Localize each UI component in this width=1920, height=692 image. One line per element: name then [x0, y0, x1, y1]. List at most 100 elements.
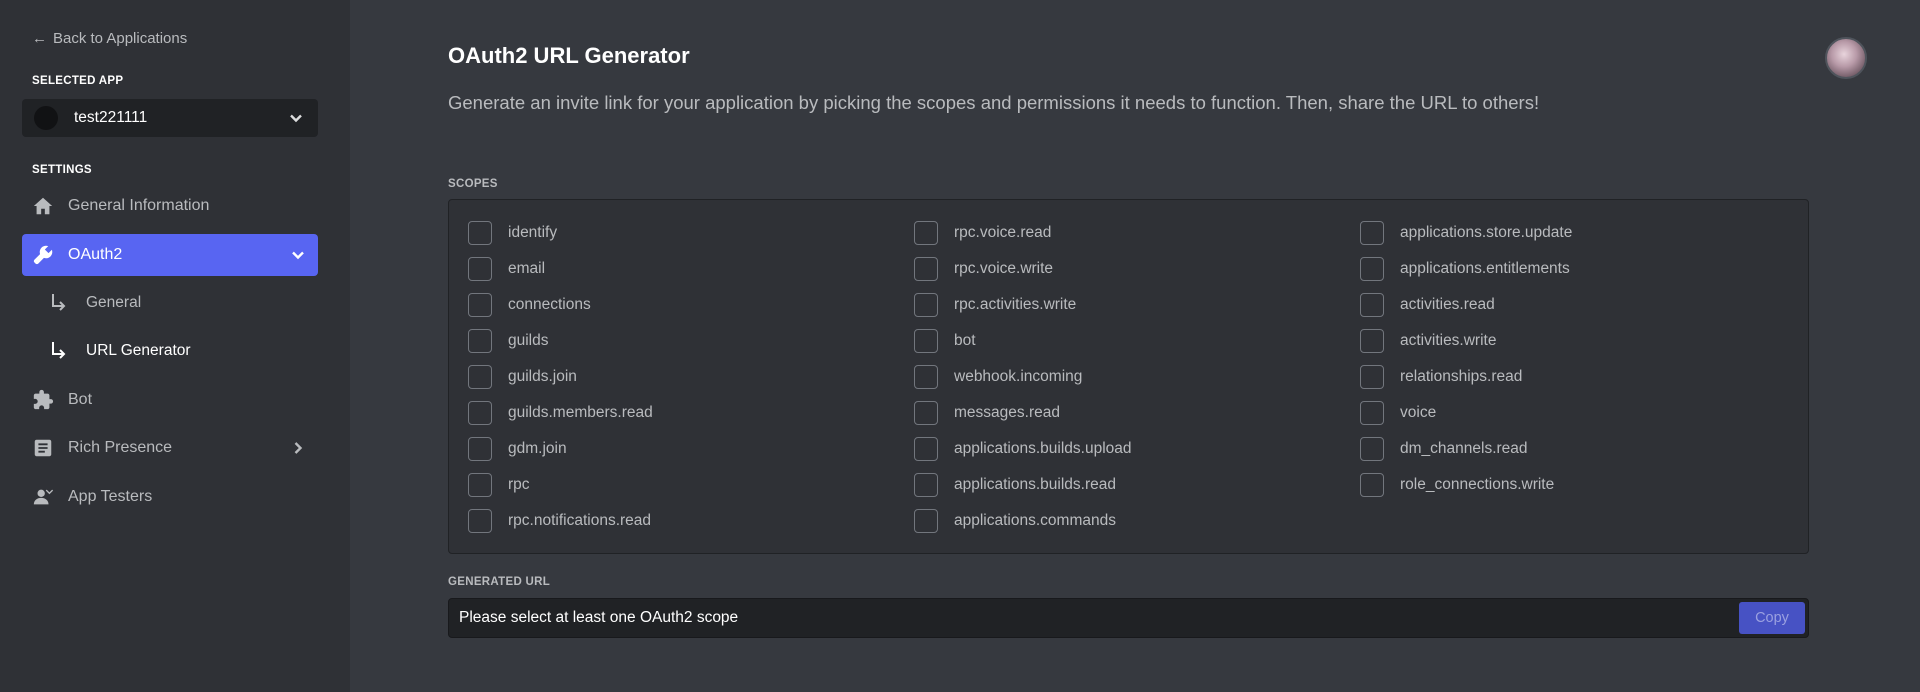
- scope-label: guilds: [508, 332, 549, 349]
- scope-checkbox-item[interactable]: role_connections.write: [1360, 473, 1554, 497]
- checkbox[interactable]: [468, 365, 492, 389]
- scopes-label: SCOPES: [448, 178, 498, 190]
- checkbox[interactable]: [468, 473, 492, 497]
- scope-label: gdm.join: [508, 440, 567, 457]
- page-description: Generate an invite link for your applica…: [448, 92, 1540, 113]
- sidebar-item-general-information[interactable]: General Information: [22, 185, 318, 227]
- scope-checkbox-item[interactable]: guilds: [468, 329, 549, 353]
- scope-checkbox-item[interactable]: rpc.voice.write: [914, 257, 1053, 281]
- checkbox[interactable]: [914, 437, 938, 461]
- scope-label: applications.builds.read: [954, 476, 1116, 493]
- scope-label: rpc.voice.write: [954, 260, 1054, 277]
- puzzle-icon: [32, 389, 54, 411]
- back-link-label: Back to Applications: [53, 30, 188, 47]
- checkbox[interactable]: [468, 437, 492, 461]
- scope-label: activities.read: [1400, 296, 1495, 313]
- scope-label: applications.builds.upload: [954, 440, 1132, 457]
- checkbox[interactable]: [914, 257, 938, 281]
- scope-checkbox-item[interactable]: rpc.notifications.read: [468, 509, 651, 533]
- scope-label: dm_channels.read: [1400, 440, 1528, 457]
- scope-checkbox-item[interactable]: rpc.voice.read: [914, 221, 1051, 245]
- scope-checkbox-item[interactable]: connections: [468, 293, 591, 317]
- sidebar-item-label: Rich Presence: [68, 439, 173, 456]
- checkbox[interactable]: [468, 401, 492, 425]
- generated-url-text: Please select at least one OAuth2 scope: [459, 609, 739, 626]
- scope-checkbox-item[interactable]: relationships.read: [1360, 365, 1522, 389]
- checkbox[interactable]: [468, 509, 492, 533]
- sidebar-item-bot[interactable]: Bot: [22, 379, 318, 421]
- scope-label: rpc.voice.read: [954, 224, 1052, 241]
- scope-label: relationships.read: [1400, 368, 1523, 385]
- checkbox[interactable]: [468, 293, 492, 317]
- app-selector[interactable]: test221111: [22, 99, 318, 137]
- page-title: OAuth2 URL Generator: [448, 43, 690, 68]
- sidebar-item-label: App Testers: [68, 488, 153, 505]
- scope-checkbox-item[interactable]: gdm.join: [468, 437, 567, 461]
- checkbox[interactable]: [1360, 329, 1384, 353]
- checkbox[interactable]: [468, 329, 492, 353]
- sidebar-subitem-label: URL Generator: [86, 342, 191, 359]
- sidebar-item-oauth2[interactable]: OAuth2: [22, 234, 318, 276]
- scope-label: role_connections.write: [1400, 476, 1555, 493]
- checkbox[interactable]: [914, 293, 938, 317]
- checkbox[interactable]: [468, 257, 492, 281]
- checkbox[interactable]: [1360, 401, 1384, 425]
- sidebar-item-label: General Information: [68, 197, 210, 214]
- settings-label: SETTINGS: [32, 164, 92, 176]
- checkbox[interactable]: [1360, 473, 1384, 497]
- checkbox[interactable]: [914, 365, 938, 389]
- scope-checkbox-item[interactable]: guilds.members.read: [468, 401, 653, 425]
- scopes-grid: identify email connections guilds guilds.joi…: [448, 199, 1809, 554]
- subdirectory-arrow-icon: [48, 340, 70, 362]
- checkbox[interactable]: [468, 221, 492, 245]
- checkbox[interactable]: [914, 401, 938, 425]
- checkbox[interactable]: [1360, 257, 1384, 281]
- sidebar-subitem-general[interactable]: General: [48, 286, 141, 320]
- scope-label: connections: [508, 296, 591, 313]
- checkbox[interactable]: [914, 329, 938, 353]
- scope-label: email: [508, 260, 546, 277]
- chevron-right-icon: [288, 438, 308, 458]
- sidebar-item-app-testers[interactable]: App Testers: [22, 476, 318, 518]
- scope-label: guilds.join: [508, 368, 577, 385]
- user-avatar[interactable]: [1825, 37, 1867, 79]
- checkbox[interactable]: [1360, 437, 1384, 461]
- copy-button[interactable]: Copy: [1739, 602, 1805, 634]
- scope-checkbox-item[interactable]: rpc.activities.write: [914, 293, 1076, 317]
- checkbox[interactable]: [914, 221, 938, 245]
- checkbox[interactable]: [1360, 293, 1384, 317]
- scope-label: rpc.activities.write: [954, 296, 1077, 313]
- person-icon: [32, 486, 54, 508]
- scope-checkbox-item[interactable]: applications.entitlements: [1360, 257, 1570, 281]
- scope-label: voice: [1400, 404, 1437, 421]
- scope-label: bot: [954, 332, 976, 349]
- scope-checkbox-item[interactable]: identify: [468, 221, 557, 245]
- scope-checkbox-item[interactable]: activities.read: [1360, 293, 1495, 317]
- scope-checkbox-item[interactable]: dm_channels.read: [1360, 437, 1528, 461]
- checkbox[interactable]: [1360, 365, 1384, 389]
- scope-checkbox-item[interactable]: applications.builds.read: [914, 473, 1116, 497]
- wrench-icon: [32, 244, 54, 266]
- scope-checkbox-item[interactable]: bot: [914, 329, 976, 353]
- sidebar-item-label: OAuth2: [68, 246, 123, 263]
- scope-checkbox-item[interactable]: messages.read: [914, 401, 1060, 425]
- scope-checkbox-item[interactable]: activities.write: [1360, 329, 1496, 353]
- sidebar-item-rich-presence[interactable]: Rich Presence: [22, 427, 318, 469]
- scope-checkbox-item[interactable]: rpc: [468, 473, 530, 497]
- checkbox[interactable]: [1360, 221, 1384, 245]
- scope-checkbox-item[interactable]: applications.store.update: [1360, 221, 1572, 245]
- scope-label: rpc: [508, 476, 530, 493]
- back-to-applications-link[interactable]: ← Back to Applications: [32, 30, 187, 47]
- scope-checkbox-item[interactable]: applications.commands: [914, 509, 1116, 533]
- scope-checkbox-item[interactable]: voice: [1360, 401, 1436, 425]
- scope-checkbox-item[interactable]: applications.builds.upload: [914, 437, 1132, 461]
- sidebar-subitem-url-generator[interactable]: URL Generator: [48, 334, 191, 368]
- checkbox[interactable]: [914, 509, 938, 533]
- scope-label: applications.entitlements: [1400, 260, 1570, 277]
- scope-checkbox-item[interactable]: guilds.join: [468, 365, 577, 389]
- checkbox[interactable]: [914, 473, 938, 497]
- scope-label: guilds.members.read: [508, 404, 653, 421]
- generated-url-field[interactable]: Please select at least one OAuth2 scope …: [448, 598, 1809, 638]
- scope-checkbox-item[interactable]: webhook.incoming: [914, 365, 1082, 389]
- scope-checkbox-item[interactable]: email: [468, 257, 545, 281]
